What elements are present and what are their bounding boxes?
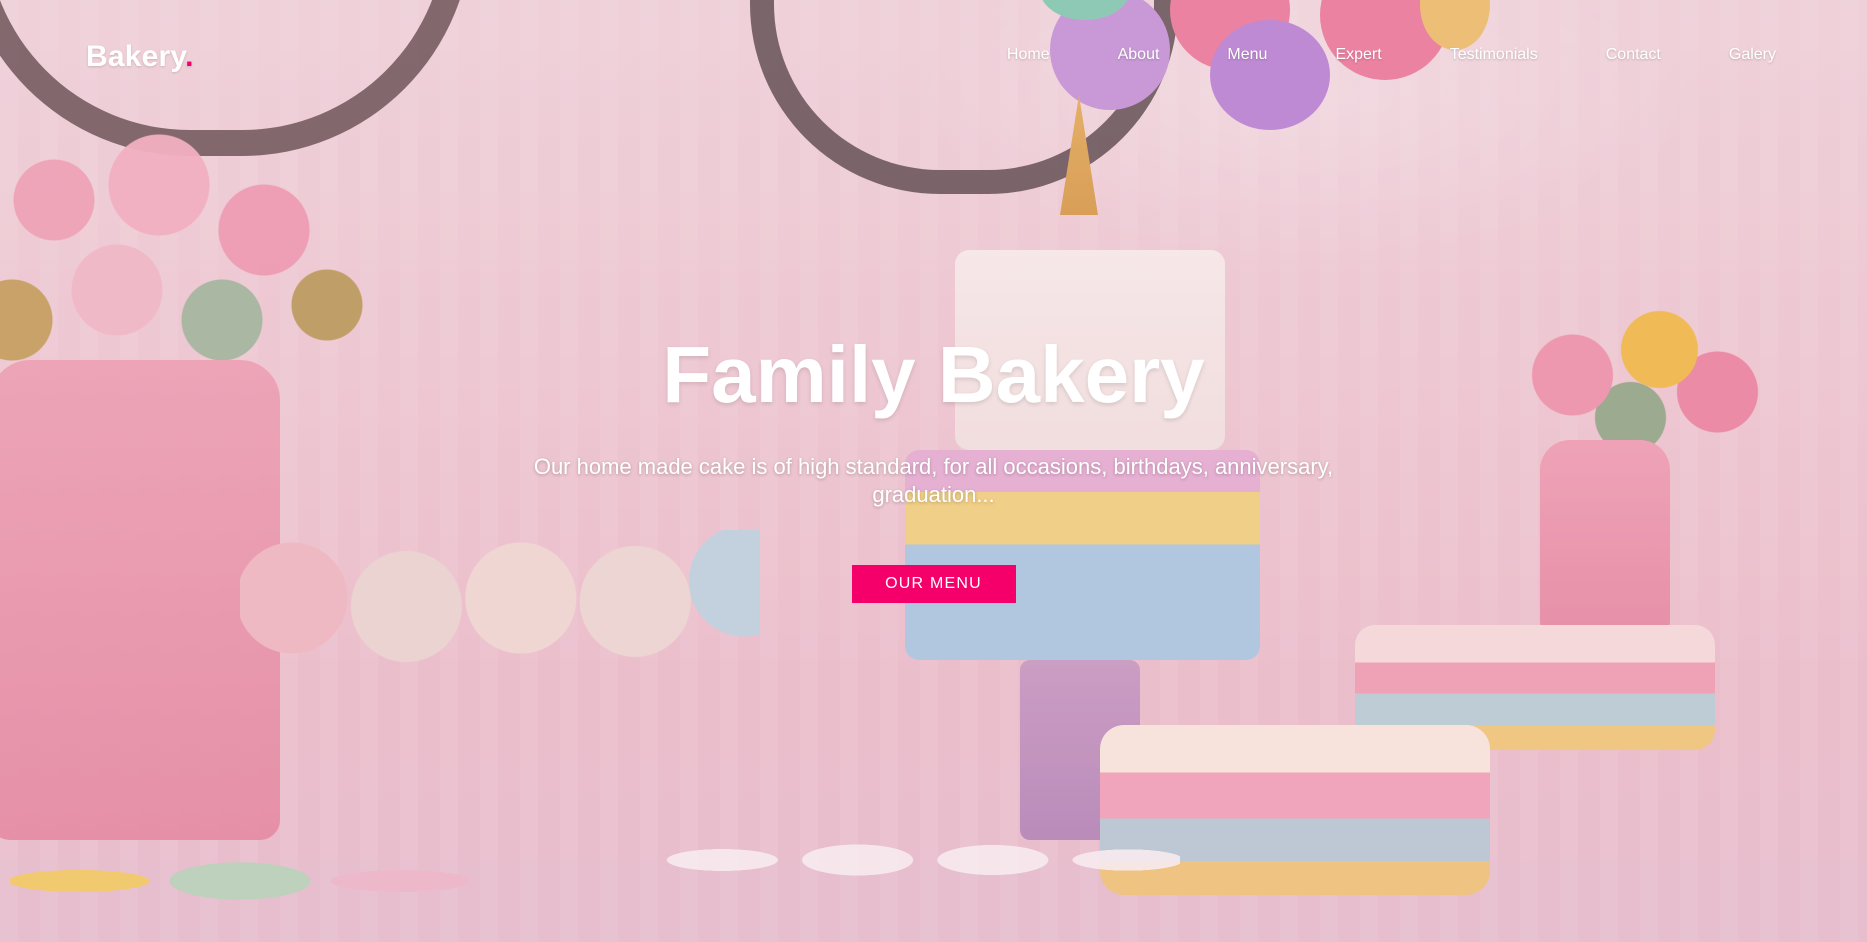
nav-link-testimonials[interactable]: Testimonials [1450, 46, 1538, 64]
main-nav: Home About Menu Expert Testimonials Cont… [1007, 46, 1776, 64]
hero-subtitle: Our home made cake is of high standard, … [533, 454, 1334, 507]
brand-name: Bakery [86, 40, 186, 73]
brand-logo[interactable]: Bakery. [86, 40, 194, 74]
hero-title: Family Bakery [662, 330, 1205, 419]
navbar: Bakery. Home About Menu Expert Testimoni… [0, 0, 1867, 116]
nav-link-expert[interactable]: Expert [1335, 46, 1381, 64]
brand-dot: . [185, 40, 194, 73]
our-menu-button[interactable]: OUR MENU [851, 565, 1016, 603]
nav-link-menu[interactable]: Menu [1227, 46, 1267, 64]
hero-content: Family Bakery Our home made cake is of h… [0, 333, 1867, 603]
nav-link-about[interactable]: About [1118, 46, 1160, 64]
nav-link-home[interactable]: Home [1007, 46, 1050, 64]
nav-link-galery[interactable]: Galery [1729, 46, 1776, 64]
nav-link-contact[interactable]: Contact [1606, 46, 1661, 64]
